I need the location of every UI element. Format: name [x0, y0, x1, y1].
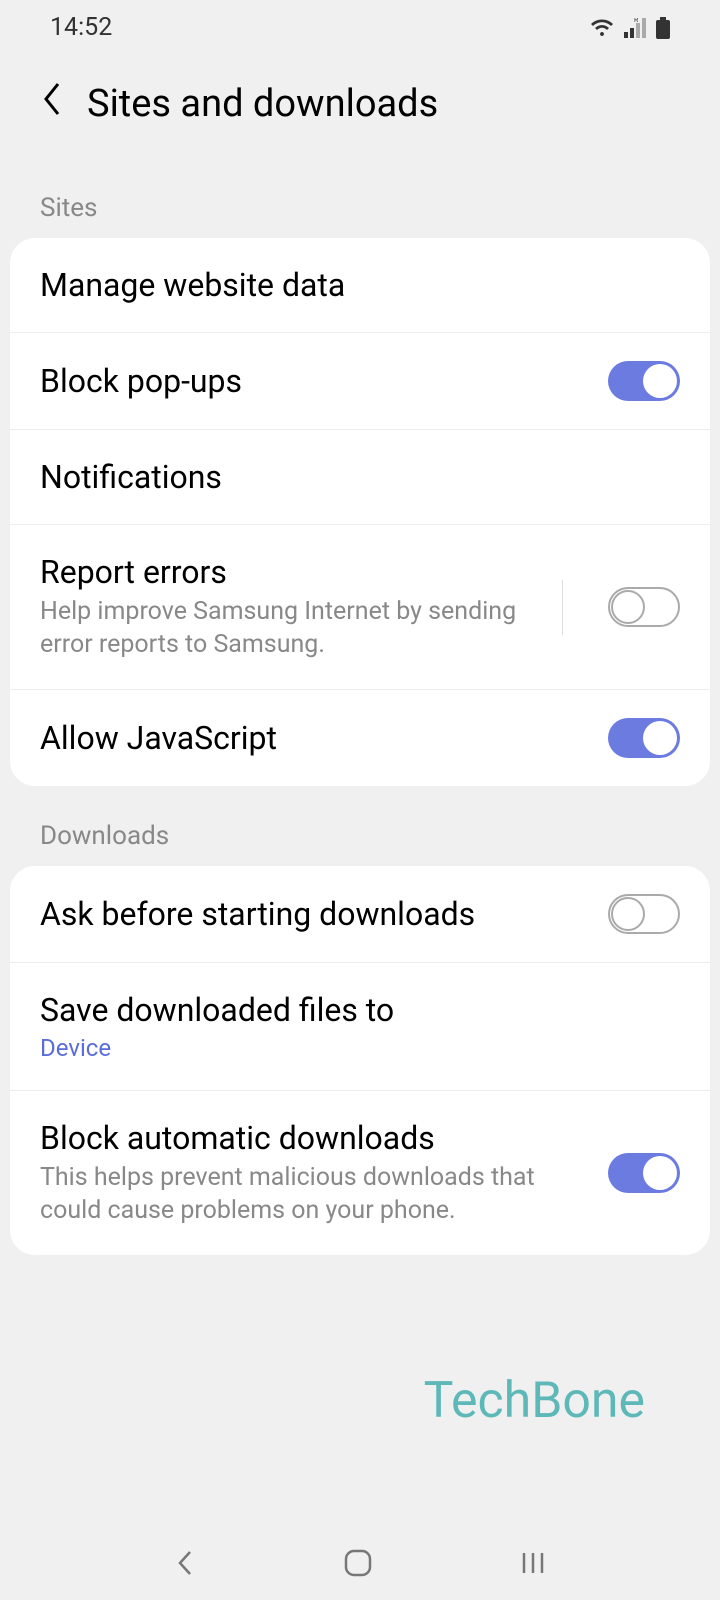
ask-before-downloads-row[interactable]: Ask before starting downloads [10, 866, 710, 963]
signal-icon: R [624, 18, 646, 38]
save-downloaded-files-label: Save downloaded files to [40, 991, 680, 1029]
block-popups-toggle[interactable] [608, 361, 680, 401]
allow-javascript-row[interactable]: Allow JavaScript [10, 690, 710, 786]
section-downloads-label: Downloads [0, 786, 720, 866]
block-automatic-downloads-label: Block automatic downloads [40, 1119, 588, 1157]
notifications-label: Notifications [40, 458, 680, 496]
manage-website-data-label: Manage website data [40, 266, 680, 304]
status-icons: R [590, 17, 670, 39]
nav-back-button[interactable] [172, 1548, 198, 1582]
back-button[interactable] [40, 80, 62, 128]
header: Sites and downloads [0, 55, 720, 158]
downloads-card: Ask before starting downloads Save downl… [10, 866, 710, 1255]
save-downloaded-files-row[interactable]: Save downloaded files to Device [10, 963, 710, 1091]
notifications-row[interactable]: Notifications [10, 430, 710, 525]
navigation-bar [0, 1530, 720, 1600]
section-sites-label: Sites [0, 158, 720, 238]
battery-icon [656, 17, 670, 39]
nav-back-icon [172, 1548, 198, 1578]
status-bar: 14:52 R [0, 0, 720, 55]
block-popups-label: Block pop-ups [40, 362, 588, 400]
allow-javascript-toggle[interactable] [608, 718, 680, 758]
chevron-left-icon [40, 80, 62, 118]
report-errors-subtitle: Help improve Samsung Internet by sending… [40, 596, 547, 661]
block-popups-row[interactable]: Block pop-ups [10, 333, 710, 430]
nav-home-button[interactable] [343, 1548, 373, 1582]
divider [562, 580, 563, 635]
page-title: Sites and downloads [87, 82, 438, 126]
sites-card: Manage website data Block pop-ups Notifi… [10, 238, 710, 786]
report-errors-label: Report errors [40, 553, 547, 591]
ask-before-downloads-label: Ask before starting downloads [40, 895, 588, 933]
nav-home-icon [343, 1548, 373, 1578]
manage-website-data-row[interactable]: Manage website data [10, 238, 710, 333]
save-downloaded-files-value: Device [40, 1034, 680, 1062]
block-automatic-downloads-subtitle: This helps prevent malicious downloads t… [40, 1162, 588, 1227]
report-errors-row[interactable]: Report errors Help improve Samsung Inter… [10, 525, 710, 690]
block-automatic-downloads-toggle[interactable] [608, 1153, 680, 1193]
status-time: 14:52 [50, 13, 112, 42]
ask-before-downloads-toggle[interactable] [608, 894, 680, 934]
report-errors-toggle[interactable] [608, 587, 680, 627]
nav-recent-button[interactable] [518, 1548, 548, 1582]
block-automatic-downloads-row[interactable]: Block automatic downloads This helps pre… [10, 1091, 710, 1255]
allow-javascript-label: Allow JavaScript [40, 719, 588, 757]
nav-recent-icon [518, 1548, 548, 1578]
watermark: TechBone [424, 1372, 645, 1430]
wifi-icon [590, 18, 614, 38]
svg-text:R: R [634, 18, 639, 24]
